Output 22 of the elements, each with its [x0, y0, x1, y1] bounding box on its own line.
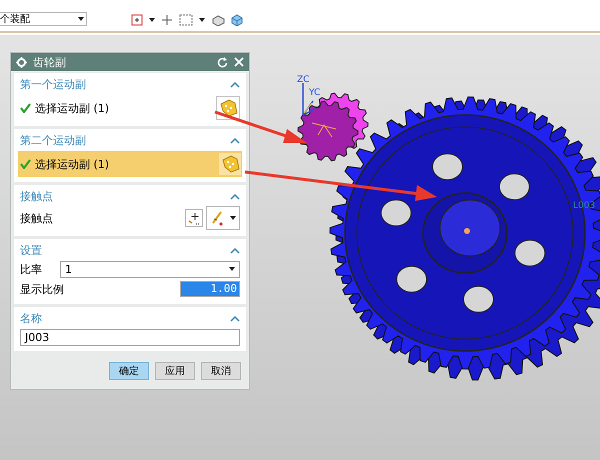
axis-label: ZC: [297, 75, 310, 85]
dialog-button[interactable]: 确定: [109, 362, 149, 380]
selection-row[interactable]: 选择运动副 (1): [20, 95, 240, 121]
name-input[interactable]: J003: [20, 329, 240, 346]
section-title[interactable]: 名称: [20, 310, 42, 326]
section-title[interactable]: 设置: [20, 242, 42, 258]
section-title[interactable]: 接触点: [20, 188, 53, 204]
section-title[interactable]: 第一个运动副: [20, 76, 86, 92]
dialog-title: 齿轮副: [33, 54, 67, 70]
scale-input[interactable]: 1.00: [180, 281, 240, 297]
axis-label: YC: [309, 88, 320, 98]
section-title[interactable]: 第二个运动副: [20, 132, 86, 148]
field-label: 比率: [20, 262, 43, 276]
assembly-dropdown[interactable]: 个装配: [0, 12, 87, 26]
field-label: 显示比例: [20, 282, 64, 296]
field-label: 接触点: [20, 210, 54, 226]
selection-label: 选择运动副 (1): [35, 100, 110, 116]
selection-row[interactable]: 选择运动副 (1): [18, 151, 242, 177]
selection-label: 选择运动副 (1): [35, 156, 110, 172]
ratio-dropdown[interactable]: 1: [60, 260, 240, 278]
dialog-button[interactable]: 应用: [155, 362, 195, 380]
dialog-button[interactable]: 取消: [201, 362, 241, 380]
